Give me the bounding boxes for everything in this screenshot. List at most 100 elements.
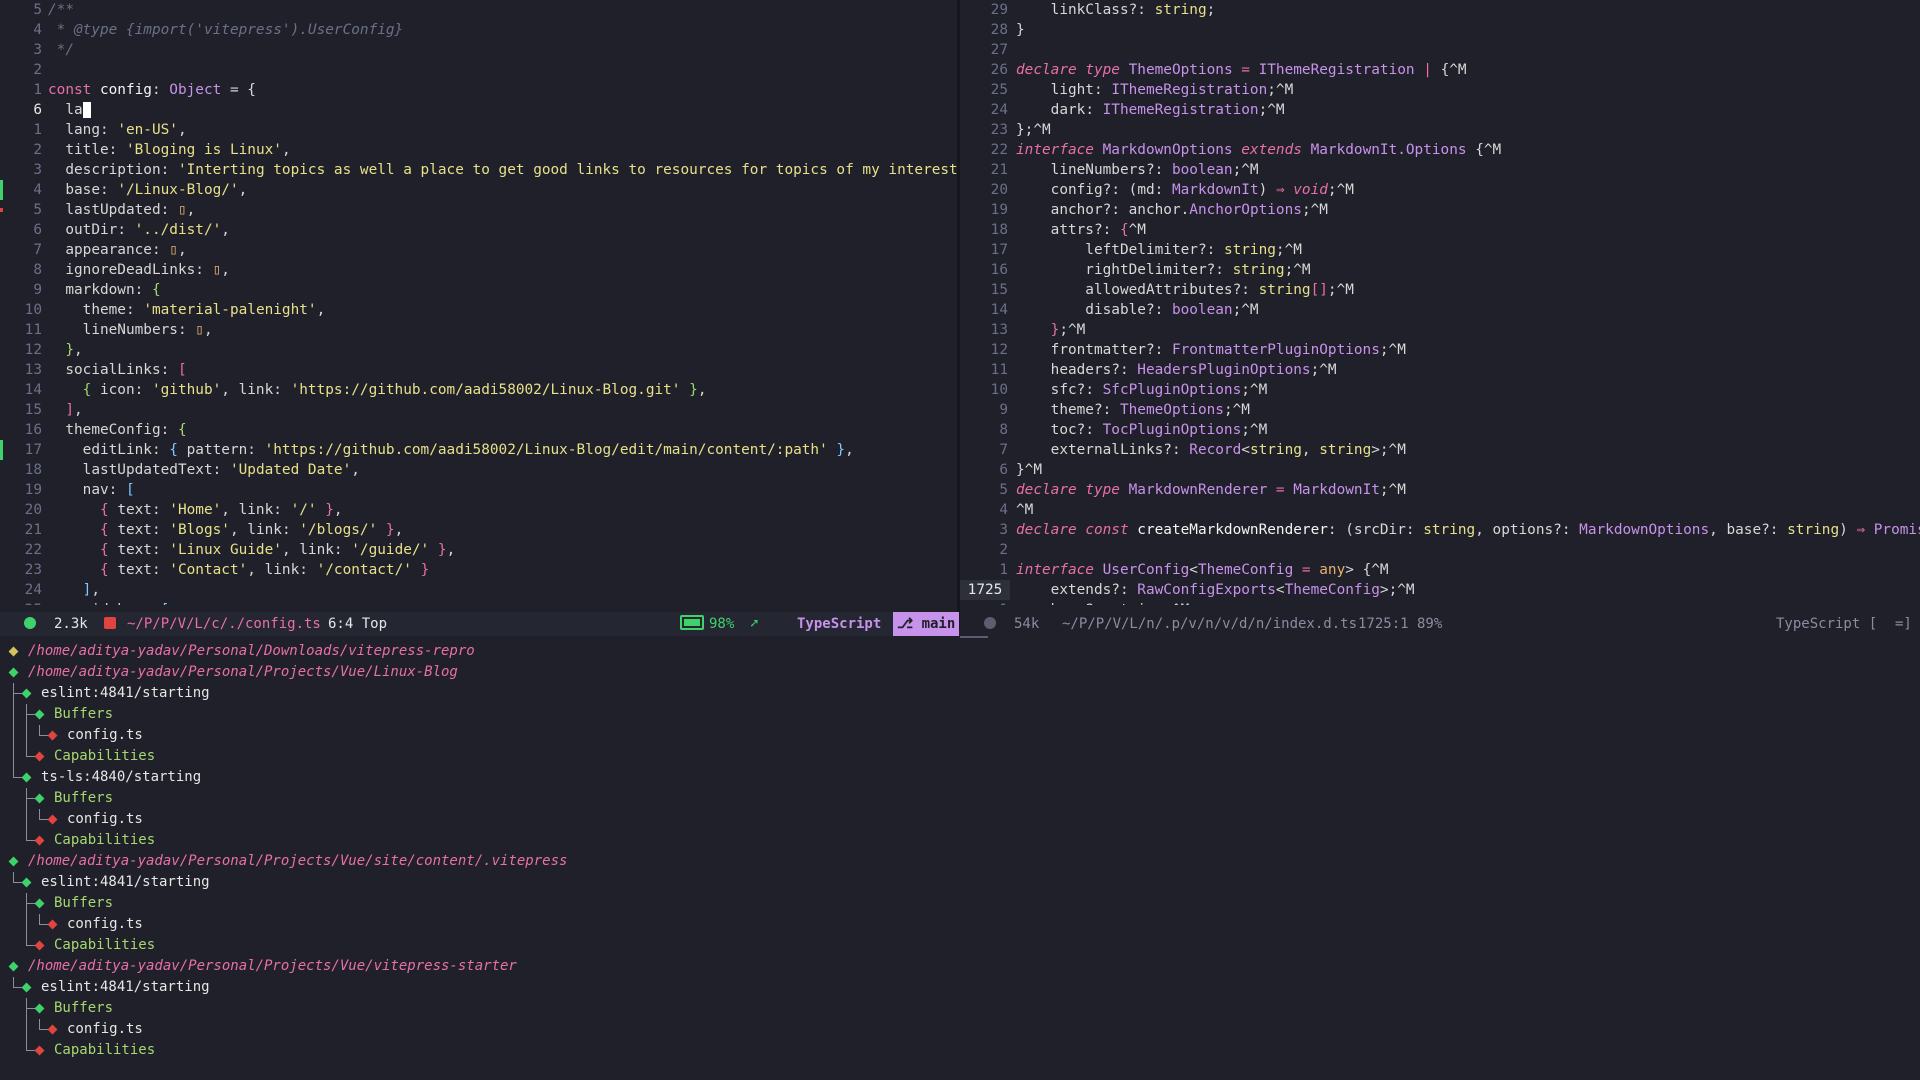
code-line[interactable]: 19 anchor?: anchor.AnchorOptions;^M: [960, 200, 1920, 220]
code-line[interactable]: 1 interface UserConfig<ThemeConfig = any>…: [960, 560, 1920, 580]
tree-node[interactable]: Buffers: [0, 893, 1920, 914]
code-line[interactable]: 21 { text: 'Blogs', link: '/blogs/' },: [0, 520, 957, 540]
tree-node[interactable]: /home/aditya-yadav/Personal/Projects/Vue…: [0, 956, 1920, 977]
tree-node[interactable]: Buffers: [0, 704, 1920, 725]
code-line[interactable]: 11 lineNumbers: ▯,: [0, 320, 957, 340]
code-line[interactable]: 3 description: 'Interting topics as well…: [0, 160, 957, 180]
code-line[interactable]: 11 headers?: HeadersPluginOptions;^M: [960, 360, 1920, 380]
code-line[interactable]: 12 },: [0, 340, 957, 360]
code-line[interactable]: 10 theme: 'material-palenight',: [0, 300, 957, 320]
code-line[interactable]: 1 base?: string;^M: [960, 600, 1920, 605]
tree-node[interactable]: eslint:4841/starting: [0, 683, 1920, 704]
file-path[interactable]: ~/P/P/V/L/n/.p/v/n/v/d/n/index.d.ts: [1062, 612, 1357, 636]
code-line[interactable]: 1 lang: 'en-US',: [0, 120, 957, 140]
filetype[interactable]: TypeScript [: [1776, 612, 1877, 636]
code-pane-left[interactable]: 5 /** 4 * @type {import('vitepress').UserC…: [0, 0, 957, 605]
code-line[interactable]: 22 interface MarkdownOptions extends Mark…: [960, 140, 1920, 160]
tree-node[interactable]: eslint:4841/starting: [0, 872, 1920, 893]
code-line[interactable]: 4 * @type {import('vitepress').UserConfi…: [0, 20, 957, 40]
code-line[interactable]: 4 ^M: [960, 500, 1920, 520]
code-line[interactable]: 1725 extends?: RawConfigExports<ThemeCon…: [960, 580, 1920, 600]
tree-node[interactable]: eslint:4841/starting: [0, 977, 1920, 998]
code-token: :: [99, 122, 118, 138]
code-line[interactable]: 25 light: IThemeRegistration;^M: [960, 80, 1920, 100]
code-line[interactable]: 20 { text: 'Home', link: '/' },: [0, 500, 957, 520]
code-line[interactable]: 13 socialLinks: [: [0, 360, 957, 380]
tree-node[interactable]: config.ts: [0, 725, 1920, 746]
code-line[interactable]: 9 theme?: ThemeOptions;^M: [960, 400, 1920, 420]
code-line[interactable]: 3 */: [0, 40, 957, 60]
code-line[interactable]: 26 declare type ThemeOptions = IThemeRegi…: [960, 60, 1920, 80]
battery-icon: [680, 615, 704, 630]
code-line[interactable]: 2 title: 'Bloging is Linux',: [0, 140, 957, 160]
code-line[interactable]: 10 sfc?: SfcPluginOptions;^M: [960, 380, 1920, 400]
code-line[interactable]: 17 leftDelimiter?: string;^M: [960, 240, 1920, 260]
code-line[interactable]: 2: [960, 540, 1920, 560]
code-line[interactable]: 23};^M: [960, 120, 1920, 140]
code-line[interactable]: 19 nav: [: [0, 480, 957, 500]
code-line[interactable]: 12 frontmatter?: FrontmatterPluginOption…: [960, 340, 1920, 360]
code-line[interactable]: 5 lastUpdated: ▯,: [0, 200, 957, 220]
code-line[interactable]: 15 allowedAttributes?: string[];^M: [960, 280, 1920, 300]
code-line[interactable]: 14 disable?: boolean;^M: [960, 300, 1920, 320]
tree-node[interactable]: config.ts: [0, 1019, 1920, 1040]
lsp-tree-panel[interactable]: /home/aditya-yadav/Personal/Downloads/vi…: [0, 641, 1920, 1080]
code-line[interactable]: 13 };^M: [960, 320, 1920, 340]
code-line[interactable]: 27: [960, 40, 1920, 60]
tree-node[interactable]: Buffers: [0, 998, 1920, 1019]
code-line[interactable]: 4 base: '/Linux-Blog/',: [0, 180, 957, 200]
code-token: :: [1561, 522, 1580, 538]
code-line[interactable]: 24 dark: IThemeRegistration;^M: [960, 100, 1920, 120]
code-line[interactable]: 6}^M: [960, 460, 1920, 480]
code-line[interactable]: 17 editLink: { pattern: 'https://github.…: [0, 440, 957, 460]
tree-node[interactable]: Capabilities: [0, 830, 1920, 851]
code-text: }^M: [1016, 460, 1042, 480]
code-line[interactable]: 5 declare type MarkdownRenderer = Markdow…: [960, 480, 1920, 500]
tree-node[interactable]: config.ts: [0, 809, 1920, 830]
code-line[interactable]: 16 themeConfig: {: [0, 420, 957, 440]
code-line[interactable]: 25 sidebar: [: [0, 600, 957, 605]
tree-node[interactable]: Buffers: [0, 788, 1920, 809]
tree-node[interactable]: /home/aditya-yadav/Personal/Projects/Vue…: [0, 662, 1920, 683]
git-branch[interactable]: ⎇ main: [893, 612, 960, 636]
tree-node[interactable]: Capabilities: [0, 746, 1920, 767]
code-line[interactable]: 20 config?: (md: MarkdownIt) ⇒ void;^M: [960, 180, 1920, 200]
code-line[interactable]: 22 { text: 'Linux Guide', link: '/guide/…: [0, 540, 957, 560]
code-line[interactable]: 29 linkClass?: string;: [960, 0, 1920, 20]
code-token: {: [48, 562, 118, 578]
code-line[interactable]: 6 outDir: '../dist/',: [0, 220, 957, 240]
tree-node[interactable]: ts-ls:4840/starting: [0, 767, 1920, 788]
code-line[interactable]: 24 ],: [0, 580, 957, 600]
code-line[interactable]: 1 const config: Object = {: [0, 80, 957, 100]
tree-node[interactable]: Capabilities: [0, 935, 1920, 956]
code-line[interactable]: 16 rightDelimiter?: string;^M: [960, 260, 1920, 280]
code-line[interactable]: 3 declare const createMarkdownRenderer: (…: [960, 520, 1920, 540]
code-line[interactable]: 8 ignoreDeadLinks: ▯,: [0, 260, 957, 280]
code-line[interactable]: 23 { text: 'Contact', link: '/contact/' …: [0, 560, 957, 580]
code-line[interactable]: 18 attrs?: {^M: [960, 220, 1920, 240]
code-token: }: [377, 522, 395, 538]
code-line[interactable]: 28}: [960, 20, 1920, 40]
file-path[interactable]: ~/P/P/V/L/c/./config.ts: [127, 612, 321, 636]
code-line[interactable]: 21 lineNumbers?: boolean;^M: [960, 160, 1920, 180]
code-token: const: [48, 82, 100, 98]
tree-guide: [13, 746, 14, 767]
code-pane-right[interactable]: 29 linkClass?: string; 28} 27 26 declare typ…: [960, 0, 1920, 605]
code-line[interactable]: 14 { icon: 'github', link: 'https://gith…: [0, 380, 957, 400]
code-line[interactable]: 7 appearance: ▯,: [0, 240, 957, 260]
code-line[interactable]: 15 ],: [0, 400, 957, 420]
code-line[interactable]: 6 la: [0, 100, 957, 120]
code-line[interactable]: 2: [0, 60, 957, 80]
tree-node[interactable]: /home/aditya-yadav/Personal/Downloads/vi…: [0, 641, 1920, 662]
code-line[interactable]: 7 externalLinks?: Record<string, string>…: [960, 440, 1920, 460]
code-token: type: [1085, 482, 1129, 498]
node-diamond-icon: [21, 772, 32, 783]
code-line[interactable]: 18 lastUpdatedText: 'Updated Date',: [0, 460, 957, 480]
code-line[interactable]: 5 /**: [0, 0, 957, 20]
code-line[interactable]: 8 toc?: TocPluginOptions;^M: [960, 420, 1920, 440]
line-number: 27: [990, 42, 1008, 58]
filetype[interactable]: TypeScript: [797, 612, 881, 636]
code-line[interactable]: 9 markdown: {: [0, 280, 957, 300]
tree-node[interactable]: config.ts: [0, 914, 1920, 935]
tree-node[interactable]: /home/aditya-yadav/Personal/Projects/Vue…: [0, 851, 1920, 872]
